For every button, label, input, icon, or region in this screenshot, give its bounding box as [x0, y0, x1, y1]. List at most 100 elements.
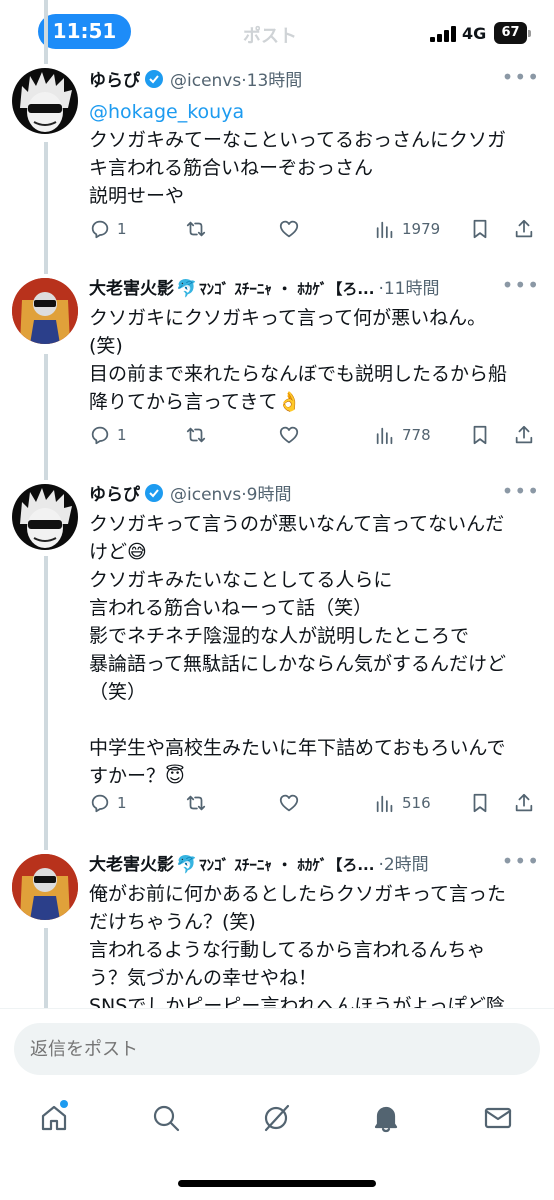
reply-button[interactable]: 1 [89, 218, 127, 240]
reply-mention[interactable]: @hokage_kouya [89, 98, 540, 126]
tweet-text: 俺がお前に何かあるとしたらクソガキって言った だけちゃうん？(笑) 言われるよう… [89, 883, 507, 1017]
battery-icon: 67 [494, 22, 531, 44]
tweet-actions: 1 778 [89, 424, 540, 452]
tab-home[interactable] [38, 1100, 74, 1138]
bookmark-button[interactable] [469, 424, 491, 446]
share-button[interactable] [513, 218, 535, 240]
reply-count: 1 [117, 426, 127, 444]
share-icon [515, 219, 533, 238]
tweet-text: クソガキにクソガキって言って何が悪いねん。 (笑) 目の前まで来れたらなんぼでも… [89, 307, 508, 413]
reply-bar [0, 1008, 554, 1088]
display-name[interactable]: 大老害火影 [89, 279, 174, 299]
verified-badge-icon [144, 69, 164, 99]
tweet-text: クソガキみてーなこといってるおっさんにクソガ キ言われる筋合いねーぞおっさん 説… [89, 129, 507, 207]
bookmark-button[interactable] [469, 792, 491, 814]
display-name[interactable]: ゆらぴ [89, 485, 140, 505]
dolphin-emoji: 🐬 [176, 855, 198, 875]
repost-icon [186, 427, 206, 443]
repost-icon [186, 221, 206, 237]
analytics-icon [376, 795, 393, 813]
display-name-suffix[interactable]: ﾏﾝｺﾞ ｽﾁｰﾆｬ ・ ﾎｶｹﾞ【ろ... [199, 280, 374, 298]
share-button[interactable] [513, 792, 535, 814]
notification-dot [60, 1100, 68, 1108]
analytics-icon [376, 221, 393, 239]
mail-icon [484, 1107, 512, 1129]
reply-count: 1 [117, 220, 127, 238]
timestamp[interactable]: 2時間 [384, 855, 429, 875]
thread-line [44, 142, 48, 274]
tab-search[interactable] [150, 1102, 186, 1138]
like-button[interactable] [278, 424, 300, 446]
more-options-icon[interactable]: ••• [502, 850, 540, 872]
timestamp[interactable]: 11時間 [384, 279, 440, 299]
signal-icon [430, 26, 456, 42]
view-count: 778 [402, 426, 431, 444]
reply-icon [91, 794, 109, 813]
thread-line [44, 556, 48, 850]
avatar[interactable] [12, 68, 78, 134]
tweet-header: ゆらぴ @icenvs·13時間 ••• [89, 66, 540, 96]
network-type: 4G [462, 24, 487, 43]
tweet-header: ゆらぴ @icenvs·9時間 ••• [89, 480, 540, 510]
dolphin-emoji: 🐬 [176, 279, 198, 299]
thread-line [44, 928, 48, 1008]
bookmark-button[interactable] [469, 218, 491, 240]
grok-icon [264, 1104, 290, 1132]
reply-input[interactable] [14, 1023, 540, 1075]
status-time: 11:51 [38, 14, 131, 49]
like-button[interactable] [278, 792, 300, 814]
repost-icon [186, 795, 206, 811]
bottom-tab-bar [0, 1088, 554, 1200]
repost-button[interactable] [185, 218, 207, 240]
heart-icon [279, 426, 299, 444]
views-button[interactable]: 1979 [374, 218, 440, 240]
analytics-icon [376, 427, 393, 445]
views-button[interactable]: 778 [374, 424, 431, 446]
bookmark-icon [473, 219, 487, 239]
tweet-text: クソガキって言うのが悪いなんて言ってないんだ けど😅 クソガキみたいなことしてる… [89, 513, 507, 787]
display-name-suffix[interactable]: ﾏﾝｺﾞ ｽﾁｰﾆｬ ・ ﾎｶｹﾞ【ろ... [199, 856, 374, 874]
views-button[interactable]: 516 [374, 792, 431, 814]
repost-button[interactable] [185, 792, 207, 814]
avatar[interactable] [12, 484, 78, 550]
tweet-header: 大老害火影 🐬 ﾏﾝｺﾞ ｽﾁｰﾆｬ ・ ﾎｶｹﾞ【ろ... ·2時間 ••• [89, 850, 540, 880]
heart-icon [279, 220, 299, 238]
tab-messages[interactable] [482, 1102, 518, 1138]
heart-icon [279, 794, 299, 812]
more-options-icon[interactable]: ••• [502, 66, 540, 88]
reply-count: 1 [117, 794, 127, 812]
verified-badge-icon [144, 483, 164, 513]
tab-grok[interactable] [260, 1102, 296, 1138]
repost-button[interactable] [185, 424, 207, 446]
tweet-actions: 1 516 [89, 792, 540, 820]
share-icon [515, 425, 533, 444]
tweet-actions: 1 1979 [89, 218, 540, 246]
tweet-header: 大老害火影 🐬 ﾏﾝｺﾞ ｽﾁｰﾆｬ ・ ﾎｶｹﾞ【ろ... ·11時間 ••• [89, 274, 540, 304]
reply-icon [91, 426, 109, 445]
timestamp[interactable]: 13時間 [247, 71, 303, 91]
display-name[interactable]: ゆらぴ [89, 71, 140, 91]
share-button[interactable] [513, 424, 535, 446]
status-bar: 11:51 ポスト 4G 67 [0, 0, 554, 62]
display-name[interactable]: 大老害火影 [89, 855, 174, 875]
tab-notifications[interactable] [370, 1102, 406, 1138]
timestamp[interactable]: 9時間 [247, 485, 292, 505]
more-options-icon[interactable]: ••• [502, 274, 540, 296]
view-count: 1979 [402, 220, 441, 238]
header-title-faded: ポスト [243, 26, 297, 47]
share-icon [515, 793, 533, 812]
bookmark-icon [473, 425, 487, 445]
search-icon [153, 1105, 180, 1132]
home-indicator [178, 1180, 376, 1187]
reply-button[interactable]: 1 [89, 792, 127, 814]
view-count: 516 [402, 794, 431, 812]
thread-line [44, 0, 48, 64]
bell-icon [374, 1106, 398, 1133]
more-options-icon[interactable]: ••• [502, 480, 540, 502]
reply-button[interactable]: 1 [89, 424, 127, 446]
like-button[interactable] [278, 218, 300, 240]
user-handle[interactable]: @icenvs [170, 71, 241, 91]
avatar[interactable] [12, 854, 78, 920]
user-handle[interactable]: @icenvs [170, 485, 241, 505]
avatar[interactable] [12, 278, 78, 344]
